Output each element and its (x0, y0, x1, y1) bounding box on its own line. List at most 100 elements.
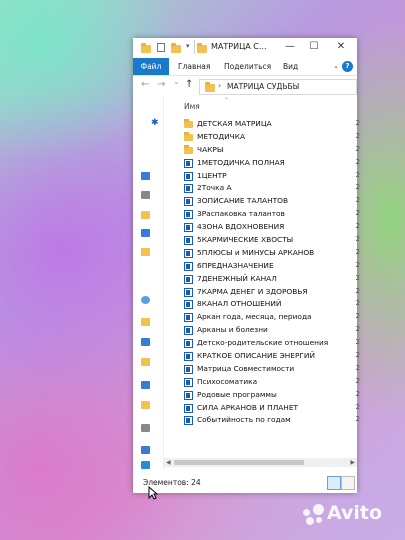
file-row[interactable]: МЕТОДИЧКА 2 (164, 131, 360, 144)
file-row[interactable]: 3ОПИСАНИЕ ТАЛАНТОВ 2 (164, 195, 360, 208)
document-icon (184, 184, 193, 194)
column-header-name[interactable]: ⌃ Имя (164, 97, 357, 114)
file-row[interactable]: КРАТКОЕ ОПИСАНИЕ ЭНЕРГИЙ 2 (164, 350, 360, 363)
back-button[interactable]: ← (141, 79, 149, 90)
file-name: 2Точка А (197, 183, 232, 193)
document-icon (184, 236, 193, 246)
file-row[interactable]: 5КАРМИЧЕСКИЕ ХВОСТЫ 2 (164, 234, 360, 247)
network-icon[interactable] (141, 461, 150, 469)
file-row[interactable]: Арканы и болезни 2 (164, 324, 360, 337)
file-row[interactable]: 3Распаковка талантов 2 (164, 208, 360, 221)
large-icons-view-button[interactable] (341, 476, 355, 490)
file-date-column: 2 (355, 222, 360, 231)
path-separator-icon: › (218, 81, 222, 90)
file-row[interactable]: Событийность по годам 2 (164, 414, 360, 427)
navigation-pane[interactable]: ✱ (133, 96, 164, 470)
nav-item-icon[interactable] (141, 229, 150, 237)
file-date-column: 2 (355, 402, 360, 411)
file-name: Событийность по годам (197, 415, 291, 425)
file-name: КРАТКОЕ ОПИСАНИЕ ЭНЕРГИЙ (197, 351, 315, 361)
file-date-column: 2 (355, 157, 360, 166)
horizontal-scrollbar[interactable]: ◀ ▶ (164, 458, 357, 467)
document-icon (184, 210, 193, 220)
status-bar: Элементов: 24 (133, 473, 357, 493)
tab-file[interactable]: Файл (133, 58, 169, 75)
nav-item-icon[interactable] (141, 381, 150, 389)
mouse-pointer-icon (148, 486, 158, 500)
new-folder-icon[interactable] (171, 43, 181, 53)
close-button[interactable]: ✕ (332, 39, 350, 55)
scroll-right-icon[interactable]: ▶ (350, 458, 355, 467)
title-bar: ▾ МАТРИЦА С... — ☐ ✕ (133, 38, 357, 58)
file-row[interactable]: 4ЗОНА ВДОХНОВЕНИЯ 2 (164, 221, 360, 234)
tab-share[interactable]: Поделиться (224, 58, 271, 75)
quick-access-dropdown-icon[interactable]: ▾ (186, 42, 190, 50)
document-icon (184, 248, 193, 258)
document-icon (184, 352, 193, 362)
help-button[interactable]: ? (342, 61, 353, 72)
file-row[interactable]: 1ЦЕНТР 2 (164, 170, 360, 183)
file-row[interactable]: 8КАНАЛ ОТНОШЕНИЙ 2 (164, 298, 360, 311)
content-area: ✱ ⌃ Имя ДЕТСКАЯ МАТРИЦА 2 МЕТОДИЧКА 2 ЧАКРЫ 2… (133, 96, 360, 470)
document-icon (184, 313, 193, 323)
file-row[interactable]: 5ПЛЮСЫ и МИНУСЫ АРКАНОВ 2 (164, 247, 360, 260)
file-row[interactable]: 1МЕТОДИЧКА ПОЛНАЯ 2 (164, 157, 360, 170)
sort-ascending-icon: ⌃ (224, 97, 230, 104)
file-row[interactable]: Аркан года, месяца, периода 2 (164, 311, 360, 324)
file-row[interactable]: ЧАКРЫ 2 (164, 144, 360, 157)
quick-access-pin-icon[interactable]: ✱ (151, 118, 159, 128)
nav-item-icon[interactable] (141, 318, 150, 326)
nav-item-icon[interactable] (141, 248, 150, 256)
file-date-column: 2 (355, 247, 360, 256)
file-row[interactable]: 2Точка А 2 (164, 182, 360, 195)
recent-locations-icon[interactable]: ⌄ (173, 77, 180, 86)
file-row[interactable]: 6ПРЕДНАЗНАЧЕНИЕ 2 (164, 260, 360, 273)
file-name: МЕТОДИЧКА (197, 131, 246, 141)
document-icon (184, 364, 193, 374)
file-row[interactable]: Детско-родительские отношения 2 (164, 337, 360, 350)
maximize-button[interactable]: ☐ (305, 39, 323, 55)
avito-watermark-text: Avito (327, 502, 383, 524)
ribbon-expand-icon[interactable]: ⌄ (333, 62, 339, 70)
file-row[interactable]: СИЛА АРКАНОВ И ПЛАНЕТ 2 (164, 402, 360, 415)
onedrive-icon[interactable] (141, 296, 150, 304)
scroll-left-icon[interactable]: ◀ (166, 458, 171, 467)
file-name: 1ЦЕНТР (197, 170, 227, 180)
file-date-column: 2 (355, 299, 360, 308)
document-icon (184, 171, 193, 181)
file-name: 3ОПИСАНИЕ ТАЛАНТОВ (197, 196, 289, 206)
file-row[interactable]: Родовые программы 2 (164, 389, 360, 402)
nav-item-icon[interactable] (141, 358, 150, 366)
address-path: МАТРИЦА СУДЬБЫ (227, 82, 300, 91)
document-icon (184, 197, 193, 207)
folder-icon (184, 144, 193, 154)
nav-item-icon[interactable] (141, 211, 150, 219)
nav-item-icon[interactable] (141, 424, 150, 432)
file-date-column: 2 (355, 312, 360, 321)
this-pc-icon[interactable] (141, 338, 150, 346)
forward-button[interactable]: → (157, 79, 165, 90)
file-row[interactable]: ДЕТСКАЯ МАТРИЦА 2 (164, 118, 360, 131)
file-date-column: 2 (355, 363, 360, 372)
tab-view[interactable]: Вид (283, 58, 298, 75)
nav-item-icon[interactable] (141, 401, 150, 409)
file-date-column: 2 (355, 170, 360, 179)
file-date-column: 2 (355, 144, 360, 153)
file-row[interactable]: Матрица Совместимости 2 (164, 363, 360, 376)
document-icon (184, 403, 193, 413)
file-row[interactable]: 7ДЕНЕЖНЫЙ КАНАЛ 2 (164, 273, 360, 286)
file-row[interactable]: Психосоматика 2 (164, 376, 360, 389)
nav-item-icon[interactable] (141, 191, 150, 199)
nav-item-icon[interactable] (141, 172, 150, 180)
properties-icon[interactable] (157, 43, 165, 52)
details-view-button[interactable] (327, 476, 341, 490)
nav-item-icon[interactable] (141, 446, 150, 454)
minimize-button[interactable]: — (281, 39, 299, 55)
ribbon-tabs: Файл Главная Поделиться Вид ⌄ ? (133, 58, 357, 76)
file-name: Аркан года, месяца, периода (197, 312, 312, 322)
address-bar[interactable]: › МАТРИЦА СУДЬБЫ (199, 79, 357, 95)
up-button[interactable]: ↑ (185, 79, 193, 90)
tab-home[interactable]: Главная (178, 58, 210, 75)
scrollbar-thumb[interactable] (174, 460, 304, 465)
file-row[interactable]: 7КАРМА ДЕНЕГ И ЗДОРОВЬЯ 2 (164, 286, 360, 299)
